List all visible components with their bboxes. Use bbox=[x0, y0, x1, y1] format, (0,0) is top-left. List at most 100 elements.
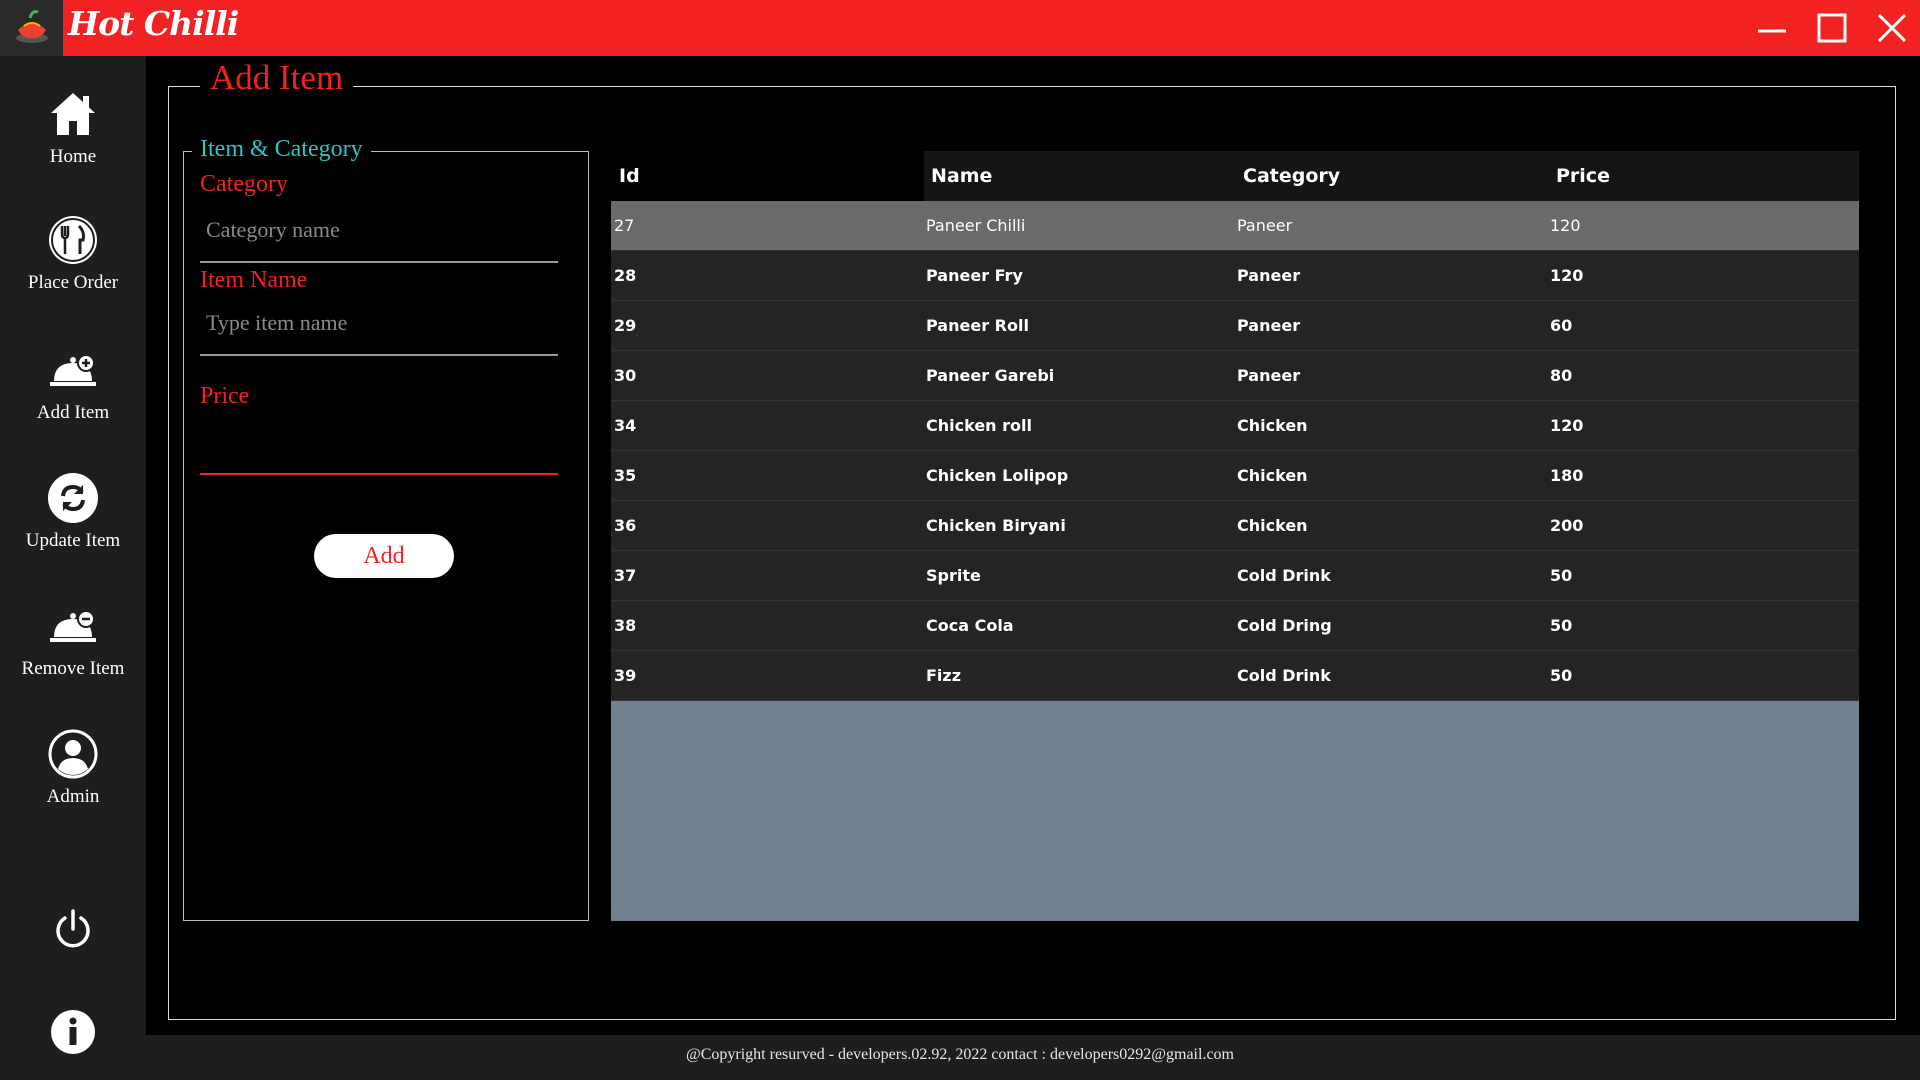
table-row[interactable]: 27 Paneer Chilli Paneer 120 bbox=[611, 201, 1859, 251]
table-row[interactable]: 37 Sprite Cold Drink 50 bbox=[611, 551, 1859, 601]
minimize-button[interactable] bbox=[1750, 8, 1794, 48]
cell-name: Chicken roll bbox=[926, 416, 1032, 435]
cutlery-icon bbox=[47, 214, 99, 266]
maximize-button[interactable] bbox=[1810, 8, 1854, 48]
table-row[interactable]: 28 Paneer Fry Paneer 120 bbox=[611, 251, 1859, 301]
cell-category: Cold Drink bbox=[1237, 566, 1331, 585]
sidebar-item-label: Add Item bbox=[36, 402, 110, 423]
cell-name: Paneer Chilli bbox=[926, 216, 1026, 235]
cell-category: Paneer bbox=[1237, 216, 1293, 235]
price-label: Price bbox=[200, 383, 250, 409]
cell-id: 27 bbox=[614, 216, 635, 235]
sidebar-item-label: Place Order bbox=[27, 272, 119, 293]
sidebar-item-label: Admin bbox=[46, 786, 100, 807]
cell-price: 120 bbox=[1550, 216, 1581, 235]
footer-copyright: @Copyright resurved - developers.02.92, … bbox=[685, 1046, 1234, 1063]
add-button[interactable]: Add bbox=[314, 534, 454, 578]
cell-id: 36 bbox=[614, 516, 637, 535]
cell-category: Paneer bbox=[1237, 266, 1301, 285]
table-row[interactable]: 39 Fizz Cold Drink 50 bbox=[611, 651, 1859, 701]
cell-name: Chicken Biryani bbox=[926, 516, 1066, 535]
cell-name: Sprite bbox=[926, 566, 981, 585]
power-button[interactable] bbox=[0, 904, 146, 956]
column-header-id[interactable]: Id bbox=[619, 151, 640, 201]
cell-category: Cold Dring bbox=[1237, 616, 1332, 635]
table-row[interactable]: 36 Chicken Biryani Chicken 200 bbox=[611, 501, 1859, 551]
minimize-icon bbox=[1758, 29, 1786, 33]
sidebar-item-label: Update Item bbox=[25, 530, 121, 551]
column-header-price[interactable]: Price bbox=[1556, 151, 1610, 201]
cell-price: 120 bbox=[1550, 416, 1584, 435]
sidebar-item-place-order[interactable]: Place Order bbox=[0, 214, 146, 294]
table-row[interactable]: 38 Coca Cola Cold Dring 50 bbox=[611, 601, 1859, 651]
item-category-group-title: Item & Category bbox=[192, 136, 371, 163]
table-row[interactable]: 34 Chicken roll Chicken 120 bbox=[611, 401, 1859, 451]
cell-category: Chicken bbox=[1237, 516, 1308, 535]
item-name-input[interactable] bbox=[200, 303, 558, 343]
cell-price: 60 bbox=[1550, 316, 1573, 335]
cell-price: 180 bbox=[1550, 466, 1584, 485]
cell-price: 80 bbox=[1550, 366, 1573, 385]
cell-name: Coca Cola bbox=[926, 616, 1014, 635]
sidebar-item-add-item[interactable]: Add Item bbox=[0, 344, 146, 424]
close-icon bbox=[1877, 13, 1907, 43]
cell-name: Paneer Fry bbox=[926, 266, 1023, 285]
refresh-icon bbox=[47, 472, 99, 524]
cell-price: 50 bbox=[1550, 666, 1573, 685]
power-icon bbox=[47, 904, 99, 956]
cell-id: 37 bbox=[614, 566, 637, 585]
cell-name: Chicken Lolipop bbox=[926, 466, 1069, 485]
cell-price: 50 bbox=[1550, 566, 1573, 585]
cell-id: 39 bbox=[614, 666, 637, 685]
user-icon bbox=[47, 728, 99, 780]
cell-category: Chicken bbox=[1237, 416, 1308, 435]
cell-category: Paneer bbox=[1237, 366, 1301, 385]
cell-id: 28 bbox=[614, 266, 637, 285]
category-input[interactable] bbox=[200, 210, 558, 250]
price-input[interactable] bbox=[200, 428, 558, 468]
cell-name: Paneer Garebi bbox=[926, 366, 1055, 385]
category-underline bbox=[200, 261, 558, 263]
sidebar-item-admin[interactable]: Admin bbox=[0, 728, 146, 808]
cell-name: Paneer Roll bbox=[926, 316, 1029, 335]
cell-price: 200 bbox=[1550, 516, 1584, 535]
cell-category: Chicken bbox=[1237, 466, 1308, 485]
header-background bbox=[924, 151, 1859, 201]
cell-name: Fizz bbox=[926, 666, 962, 685]
sidebar: Home Place Order Add Item Update Item Re… bbox=[0, 56, 146, 1080]
category-label: Category bbox=[200, 171, 288, 197]
dish-add-icon bbox=[47, 344, 99, 396]
column-header-category[interactable]: Category bbox=[1243, 151, 1340, 201]
table-row[interactable]: 35 Chicken Lolipop Chicken 180 bbox=[611, 451, 1859, 501]
price-underline bbox=[200, 473, 558, 475]
sidebar-item-label: Remove Item bbox=[21, 658, 125, 679]
cell-price: 50 bbox=[1550, 616, 1573, 635]
cell-id: 38 bbox=[614, 616, 637, 635]
maximize-icon bbox=[1817, 13, 1847, 43]
item-name-underline bbox=[200, 354, 558, 356]
column-header-name[interactable]: Name bbox=[931, 151, 992, 201]
cell-id: 29 bbox=[614, 316, 637, 335]
app-title: Hot Chilli bbox=[68, 4, 239, 43]
cell-id: 34 bbox=[614, 416, 637, 435]
chilli-logo-icon bbox=[0, 0, 63, 56]
cell-price: 120 bbox=[1550, 266, 1584, 285]
page-title: Add Item bbox=[200, 58, 354, 98]
sidebar-item-label: Home bbox=[49, 146, 97, 167]
home-icon bbox=[47, 88, 99, 140]
sidebar-item-update-item[interactable]: Update Item bbox=[0, 472, 146, 552]
cell-id: 35 bbox=[614, 466, 637, 485]
table-header: Id Name Category Price bbox=[611, 151, 1859, 201]
cell-id: 30 bbox=[614, 366, 637, 385]
table-row[interactable]: 30 Paneer Garebi Paneer 80 bbox=[611, 351, 1859, 401]
items-table[interactable]: Id Name Category Price 27 Paneer Chilli Pa… bbox=[611, 151, 1859, 921]
item-name-label: Item Name bbox=[200, 267, 308, 293]
title-bar: Hot Chilli bbox=[0, 0, 1920, 56]
sidebar-item-remove-item[interactable]: Remove Item bbox=[0, 600, 146, 680]
table-row[interactable]: 29 Paneer Roll Paneer 60 bbox=[611, 301, 1859, 351]
dish-remove-icon bbox=[47, 600, 99, 652]
sidebar-item-home[interactable]: Home bbox=[0, 88, 146, 168]
cell-category: Paneer bbox=[1237, 316, 1301, 335]
cell-category: Cold Drink bbox=[1237, 666, 1331, 685]
close-button[interactable] bbox=[1870, 8, 1914, 48]
